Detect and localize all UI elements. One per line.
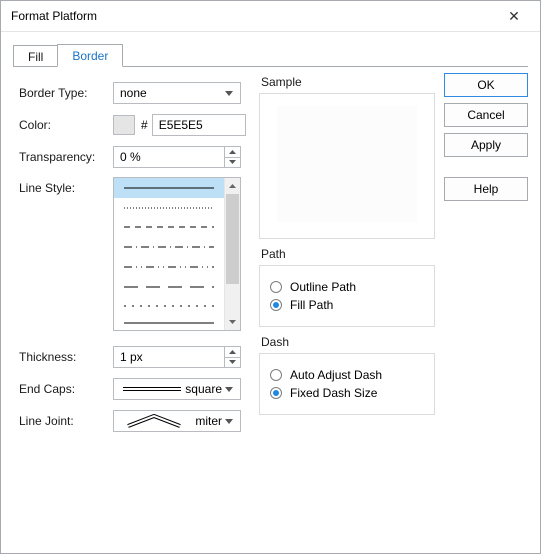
line-joint-combo[interactable]: miter: [113, 410, 241, 432]
transparency-spin[interactable]: 0 %: [113, 146, 241, 168]
line-style-item-solid2[interactable]: [114, 316, 224, 330]
titlebar: Format Platform ✕: [1, 1, 540, 31]
cancel-button[interactable]: Cancel: [444, 103, 528, 127]
label-sample: Sample: [259, 75, 435, 89]
thickness-value: 1 px: [114, 347, 224, 367]
row-line-joint: Line Joint: miter: [19, 409, 251, 433]
label-path: Path: [259, 247, 435, 261]
radio-icon: [270, 387, 282, 399]
line-style-items: [114, 178, 224, 330]
hash-icon: #: [141, 118, 148, 132]
spin-down-icon[interactable]: [225, 158, 240, 168]
border-type-combo[interactable]: none: [113, 82, 241, 104]
radio-icon: [270, 281, 282, 293]
label-dash: Dash: [259, 335, 435, 349]
path-group: Outline Path Fill Path: [259, 265, 435, 327]
label-outline-path: Outline Path: [290, 280, 356, 294]
middle-column: Sample Path Outline Path Fill Path Dash: [259, 75, 435, 423]
label-fixed-dash-size: Fixed Dash Size: [290, 386, 377, 400]
chevron-down-icon: [222, 419, 236, 424]
transparency-spin-buttons: [224, 147, 240, 167]
end-caps-preview-icon: [120, 385, 183, 393]
row-line-style: Line Style:: [19, 177, 251, 331]
label-end-caps: End Caps:: [19, 382, 113, 396]
chevron-down-icon: [222, 387, 236, 392]
chevron-down-icon: [222, 91, 236, 96]
row-thickness: Thickness: 1 px: [19, 345, 251, 369]
close-icon[interactable]: ✕: [496, 8, 532, 25]
tab-content: Border Type: none Color: # E5E5E5 Tr: [13, 67, 528, 541]
label-color: Color:: [19, 118, 113, 132]
label-line-joint: Line Joint:: [19, 414, 113, 428]
dialog-body: Fill Border Border Type: none Color:: [1, 32, 540, 553]
radio-auto-adjust-dash[interactable]: Auto Adjust Dash: [270, 368, 424, 382]
label-fill-path: Fill Path: [290, 298, 333, 312]
right-column: OK Cancel Apply Help: [444, 73, 528, 207]
scroll-down-icon[interactable]: [225, 314, 240, 330]
label-border-type: Border Type:: [19, 86, 113, 100]
line-style-item-solid[interactable]: [114, 178, 224, 198]
thickness-spin-buttons: [224, 347, 240, 367]
scroll-track[interactable]: [225, 194, 240, 314]
color-swatch[interactable]: [113, 115, 135, 135]
help-button[interactable]: Help: [444, 177, 528, 201]
sample-box: [259, 93, 435, 239]
radio-fixed-dash-size[interactable]: Fixed Dash Size: [270, 386, 424, 400]
row-border-type: Border Type: none: [19, 81, 251, 105]
border-type-value: none: [120, 86, 222, 100]
color-hex-input[interactable]: E5E5E5: [152, 114, 246, 136]
radio-fill-path[interactable]: Fill Path: [270, 298, 424, 312]
tabs: Fill Border: [13, 42, 528, 66]
tab-fill[interactable]: Fill: [13, 45, 58, 67]
spin-up-icon[interactable]: [225, 147, 240, 158]
spin-down-icon[interactable]: [225, 358, 240, 368]
line-joint-value: miter: [195, 414, 222, 428]
radio-icon: [270, 369, 282, 381]
sample-swatch: [277, 106, 417, 222]
tab-border[interactable]: Border: [57, 44, 123, 67]
end-caps-value: square: [185, 382, 222, 396]
line-style-scrollbar[interactable]: [224, 178, 240, 330]
label-thickness: Thickness:: [19, 350, 113, 364]
spin-up-icon[interactable]: [225, 347, 240, 358]
thickness-spin[interactable]: 1 px: [113, 346, 241, 368]
row-color: Color: # E5E5E5: [19, 113, 251, 137]
label-auto-adjust-dash: Auto Adjust Dash: [290, 368, 382, 382]
line-style-item-dash-dot[interactable]: [114, 237, 224, 257]
line-style-item-dash-short[interactable]: [114, 217, 224, 237]
line-style-item-dotted-space[interactable]: [114, 296, 224, 316]
format-platform-window: Format Platform ✕ Fill Border Border Typ…: [0, 0, 541, 554]
label-line-style: Line Style:: [19, 177, 113, 195]
apply-button[interactable]: Apply: [444, 133, 528, 157]
dash-group: Auto Adjust Dash Fixed Dash Size: [259, 353, 435, 415]
row-transparency: Transparency: 0 %: [19, 145, 251, 169]
radio-outline-path[interactable]: Outline Path: [270, 280, 424, 294]
row-end-caps: End Caps: square: [19, 377, 251, 401]
transparency-value: 0 %: [114, 147, 224, 167]
end-caps-combo[interactable]: square: [113, 378, 241, 400]
line-joint-preview-icon: [120, 414, 193, 428]
window-title: Format Platform: [11, 9, 97, 23]
line-style-listbox[interactable]: [113, 177, 241, 331]
radio-icon: [270, 299, 282, 311]
line-style-item-dotted-fine[interactable]: [114, 198, 224, 218]
line-style-item-dash-long[interactable]: [114, 277, 224, 297]
label-transparency: Transparency:: [19, 150, 113, 164]
left-column: Border Type: none Color: # E5E5E5 Tr: [19, 81, 251, 441]
ok-button[interactable]: OK: [444, 73, 528, 97]
line-style-item-dash-dot-dot[interactable]: [114, 257, 224, 277]
scroll-up-icon[interactable]: [225, 178, 240, 194]
scroll-thumb[interactable]: [226, 194, 239, 284]
